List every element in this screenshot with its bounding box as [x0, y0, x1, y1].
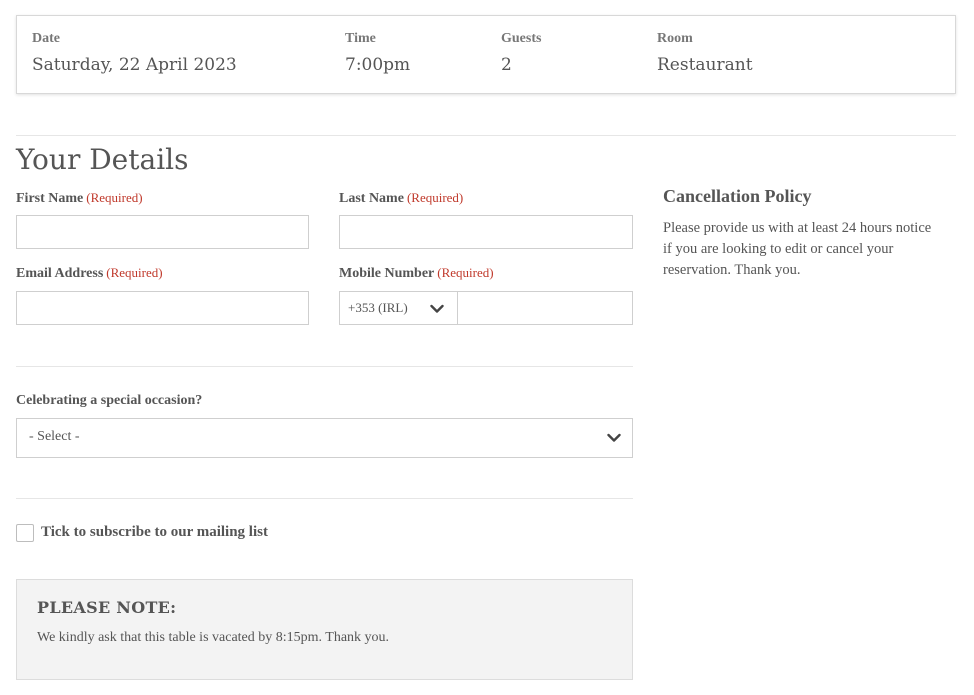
- occasion-select[interactable]: - Select -: [16, 418, 633, 458]
- required-indicator: (Required): [86, 190, 143, 205]
- occasion-label: Celebrating a special occasion?: [16, 393, 203, 408]
- email-label: Email Address (Required): [16, 265, 163, 282]
- mobile-label-text: Mobile Number: [339, 266, 435, 281]
- summary-time-label: Time: [345, 31, 376, 46]
- chevron-down-icon: [430, 304, 444, 313]
- divider-top: [16, 135, 956, 136]
- mobile-label: Mobile Number (Required): [339, 265, 494, 282]
- booking-summary: Date Saturday, 22 April 2023 Time 7:00pm…: [16, 15, 956, 94]
- page-title: Your Details: [16, 143, 189, 176]
- note-box: PLEASE NOTE: We kindly ask that this tab…: [16, 579, 633, 680]
- last-name-input[interactable]: [339, 215, 633, 249]
- first-name-label: First Name (Required): [16, 190, 143, 207]
- summary-date: Date Saturday, 22 April 2023: [32, 31, 237, 75]
- required-indicator: (Required): [437, 265, 494, 280]
- summary-time-value: 7:00pm: [345, 55, 411, 75]
- first-name-input[interactable]: [16, 215, 309, 249]
- divider-middle: [16, 366, 633, 367]
- summary-guests: Guests 2: [501, 31, 541, 75]
- summary-date-label: Date: [32, 31, 60, 46]
- mailing-list-checkbox[interactable]: [16, 524, 34, 542]
- summary-guests-value: 2: [501, 55, 512, 75]
- last-name-label: Last Name (Required): [339, 190, 463, 207]
- summary-date-value: Saturday, 22 April 2023: [32, 55, 237, 75]
- required-indicator: (Required): [106, 265, 163, 280]
- summary-room-label: Room: [657, 31, 693, 46]
- divider-lower: [16, 498, 633, 499]
- summary-guests-label: Guests: [501, 31, 542, 46]
- first-name-label-text: First Name: [16, 191, 84, 206]
- mailing-list-label: Tick to subscribe to our mailing list: [41, 524, 268, 540]
- summary-room-value: Restaurant: [657, 55, 753, 75]
- summary-room: Room Restaurant: [657, 31, 753, 75]
- mobile-number-input[interactable]: [457, 291, 633, 325]
- country-code-select[interactable]: +353 (IRL): [339, 291, 458, 325]
- required-indicator: (Required): [406, 190, 464, 205]
- country-code-value: +353 (IRL): [348, 300, 408, 315]
- email-input[interactable]: [16, 291, 309, 325]
- summary-time: Time 7:00pm: [345, 31, 410, 75]
- last-name-label-text: Last Name: [339, 191, 404, 206]
- note-text: We kindly ask that this table is vacated…: [37, 630, 390, 645]
- cancellation-policy-title: Cancellation Policy: [663, 186, 812, 206]
- cancellation-policy-text: Please provide us with at least 24 hours…: [663, 220, 932, 278]
- note-title: PLEASE NOTE:: [37, 598, 177, 617]
- email-label-text: Email Address: [16, 266, 104, 281]
- chevron-down-icon: [607, 433, 621, 442]
- occasion-selected-value: - Select -: [29, 429, 80, 444]
